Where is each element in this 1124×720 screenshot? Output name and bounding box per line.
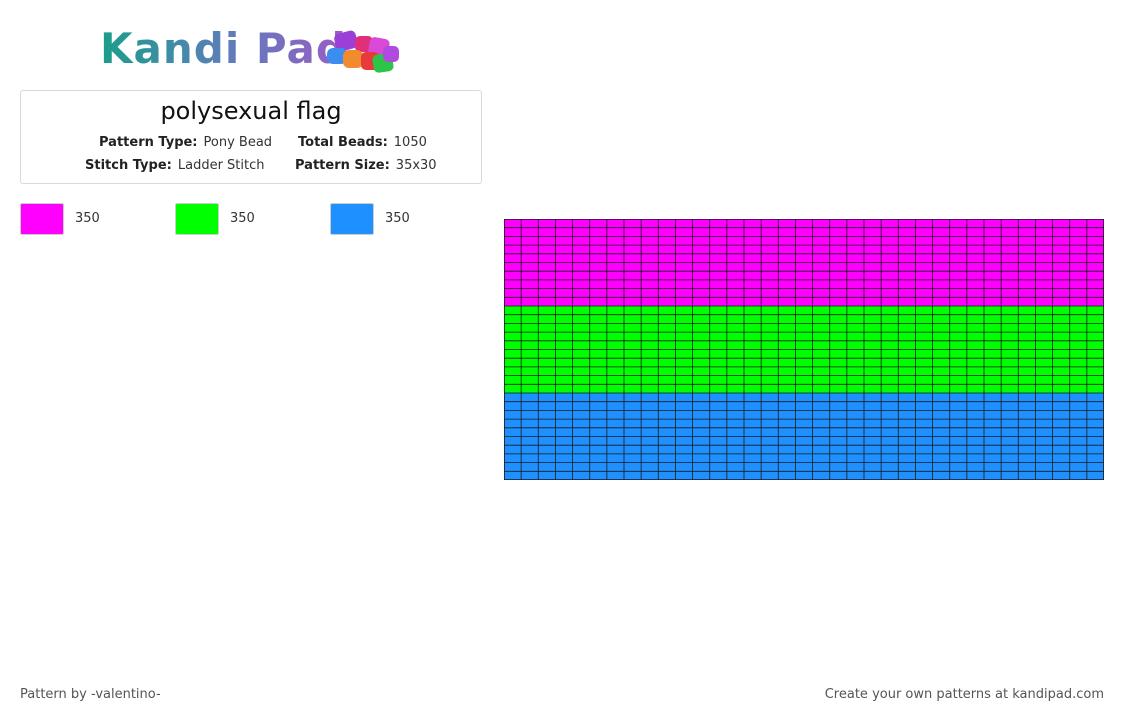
stitch-type-value: Ladder Stitch: [177, 158, 265, 173]
stitch-type-row: Stitch Type: Ladder Stitch: [85, 158, 265, 173]
bead-count: 350: [230, 211, 255, 226]
bead-count: 350: [385, 211, 410, 226]
total-beads-value: 1050: [393, 135, 427, 150]
pattern-title: polysexual flag: [160, 97, 342, 125]
color-swatch: [330, 203, 374, 235]
pattern-author: Pattern by -valentino-: [20, 687, 161, 702]
pattern-info-panel: polysexual flag Pattern Type: Pony Bead T…: [20, 90, 482, 184]
color-swatch: [175, 203, 219, 235]
total-beads-label: Total Beads:: [298, 135, 388, 150]
pattern-size-value: 35x30: [395, 158, 437, 173]
bead-pattern-grid: [504, 219, 1104, 480]
create-patterns-link[interactable]: Create your own patterns at kandipad.com: [825, 687, 1104, 702]
pattern-size-label: Pattern Size:: [295, 158, 390, 173]
pattern-type-row: Pattern Type: Pony Bead: [99, 135, 272, 150]
color-swatch: [20, 203, 64, 235]
bead-pile-icon: [327, 30, 399, 73]
bead-count: 350: [75, 211, 100, 226]
pattern-size-row: Pattern Size: 35x30: [295, 158, 437, 173]
pattern-type-label: Pattern Type:: [99, 135, 198, 150]
pattern-type-value: Pony Bead: [203, 135, 273, 150]
total-beads-row: Total Beads: 1050: [298, 135, 427, 150]
logo-text: Kandi Pad: [100, 24, 347, 73]
stitch-type-label: Stitch Type:: [85, 158, 172, 173]
kandi-pad-logo[interactable]: Kandi Pad: [100, 22, 410, 78]
